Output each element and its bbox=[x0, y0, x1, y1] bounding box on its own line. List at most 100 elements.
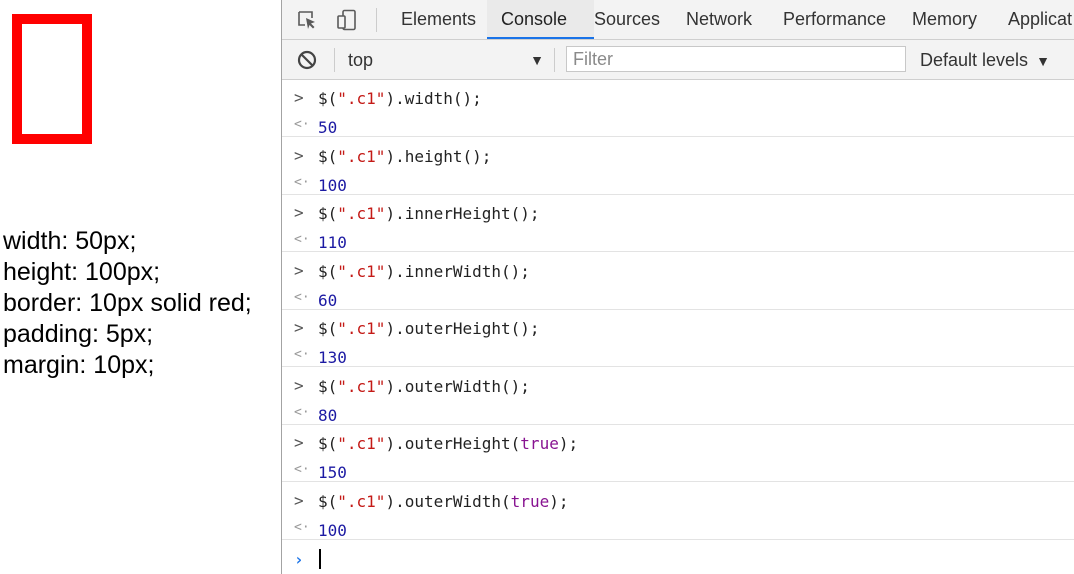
console-command[interactable]: $(".c1").innerWidth(); bbox=[318, 262, 530, 281]
return-arrow-icon: <· bbox=[294, 174, 310, 190]
console-result: 150 bbox=[318, 463, 347, 482]
filter-input[interactable] bbox=[566, 46, 906, 72]
command-suffix: ); bbox=[520, 319, 540, 338]
return-arrow-icon: <· bbox=[294, 117, 310, 132]
command-selector: ".c1" bbox=[337, 146, 386, 166]
log-levels-label: Default levels bbox=[920, 50, 1029, 70]
device-toolbar-icon[interactable] bbox=[336, 9, 358, 31]
command-method: ).outerWidth( bbox=[385, 491, 511, 511]
context-selector-value: top bbox=[348, 50, 374, 70]
command-method: ).width( bbox=[385, 89, 463, 108]
console-command[interactable]: $(".c1").outerWidth(); bbox=[318, 377, 530, 396]
command-selector: ".c1" bbox=[337, 204, 386, 223]
log-levels-dropdown[interactable]: Default levels ▼ bbox=[920, 48, 1050, 72]
triangle-down-icon: ▼ bbox=[1036, 53, 1050, 69]
command-prefix: $( bbox=[318, 491, 338, 511]
devtools-panel: Elements Console Sources Network Perform… bbox=[282, 0, 1074, 574]
page-viewport: width: 50px; height: 100px; border: 10px… bbox=[0, 0, 281, 574]
console-command[interactable]: $(".c1").innerHeight(); bbox=[318, 204, 540, 223]
command-method: ).innerWidth( bbox=[385, 261, 511, 281]
console-result: 100 bbox=[318, 175, 347, 195]
return-arrow-icon: <· bbox=[294, 404, 310, 420]
chevron-right-icon: > bbox=[294, 203, 304, 222]
command-suffix: ); bbox=[462, 89, 482, 108]
console-entry: > $(".c1").outerWidth(true); <· 100 bbox=[282, 483, 1074, 540]
red-bordered-box bbox=[12, 14, 92, 144]
command-suffix: ); bbox=[510, 376, 530, 396]
command-prefix: $( bbox=[318, 434, 338, 453]
css-line-height: height: 100px; bbox=[3, 258, 161, 286]
tab-elements[interactable]: Elements bbox=[387, 0, 490, 39]
css-properties-text: width: 50px; height: 100px; border: 10px… bbox=[3, 226, 252, 381]
console-entry: > $(".c1").width(); <· 50 bbox=[282, 80, 1074, 137]
command-argument: true bbox=[520, 434, 559, 453]
css-line-border: border: 10px solid red; bbox=[3, 289, 252, 317]
css-line-width: width: 50px; bbox=[3, 227, 137, 255]
command-suffix: ); bbox=[549, 491, 569, 511]
console-result: 100 bbox=[318, 520, 347, 540]
command-selector: ".c1" bbox=[337, 89, 386, 108]
command-selector: ".c1" bbox=[337, 319, 386, 338]
css-line-margin: margin: 10px; bbox=[3, 351, 155, 379]
chevron-right-icon: > bbox=[294, 260, 304, 280]
console-command[interactable]: $(".c1").outerWidth(true); bbox=[318, 492, 568, 511]
command-selector: ".c1" bbox=[337, 376, 386, 396]
clear-console-icon[interactable] bbox=[296, 49, 318, 71]
console-result: 130 bbox=[318, 348, 347, 367]
command-prefix: $( bbox=[318, 261, 338, 281]
chevron-right-icon: > bbox=[294, 375, 304, 395]
tab-performance[interactable]: Performance bbox=[769, 0, 900, 39]
console-result: 60 bbox=[318, 290, 338, 310]
console-entry: > $(".c1").outerWidth(); <· 80 bbox=[282, 368, 1074, 425]
command-argument: true bbox=[510, 491, 550, 511]
context-selector[interactable]: top ▼ bbox=[348, 48, 544, 72]
css-line-padding: padding: 5px; bbox=[3, 320, 154, 348]
return-arrow-icon: <· bbox=[294, 232, 310, 247]
console-entry: > $(".c1").innerHeight(); <· 110 bbox=[282, 195, 1074, 252]
inspect-element-icon[interactable] bbox=[296, 9, 318, 31]
console-result: 110 bbox=[318, 233, 347, 252]
devtools-tabbar: Elements Console Sources Network Perform… bbox=[282, 0, 1074, 40]
command-suffix: ); bbox=[472, 146, 492, 166]
filterbar-separator bbox=[554, 48, 555, 72]
console-command[interactable]: $(".c1").height(); bbox=[318, 147, 491, 166]
command-suffix: ); bbox=[510, 261, 530, 281]
return-arrow-icon: <· bbox=[294, 289, 310, 305]
console-command[interactable]: $(".c1").width(); bbox=[318, 89, 482, 108]
command-method: ).outerHeight( bbox=[385, 434, 521, 453]
chevron-right-icon: > bbox=[294, 490, 304, 510]
return-arrow-icon: <· bbox=[294, 462, 310, 477]
command-method: ).outerWidth( bbox=[385, 376, 511, 396]
return-arrow-icon: <· bbox=[294, 347, 310, 362]
return-arrow-icon: <· bbox=[294, 519, 310, 535]
console-entry: > $(".c1").outerHeight(); <· 130 bbox=[282, 310, 1074, 367]
tab-console[interactable]: Console bbox=[487, 0, 594, 39]
console-entry: > $(".c1").height(); <· 100 bbox=[282, 138, 1074, 195]
console-prompt-row[interactable]: › bbox=[282, 544, 1074, 574]
command-suffix: ); bbox=[558, 434, 579, 453]
command-suffix: ); bbox=[520, 204, 540, 223]
tab-application[interactable]: Applicat bbox=[994, 0, 1074, 39]
chevron-right-icon: › bbox=[294, 550, 304, 569]
command-prefix: $( bbox=[318, 146, 338, 166]
toolbar-separator bbox=[376, 8, 377, 32]
console-entry: > $(".c1").innerWidth(); <· 60 bbox=[282, 253, 1074, 310]
command-selector: ".c1" bbox=[337, 491, 386, 511]
chevron-right-icon: > bbox=[294, 433, 304, 452]
text-caret bbox=[319, 549, 321, 569]
tab-network[interactable]: Network bbox=[672, 0, 766, 39]
tab-memory[interactable]: Memory bbox=[898, 0, 991, 39]
console-result: 80 bbox=[318, 405, 338, 425]
console-output[interactable]: > $(".c1").width(); <· 50 > $(".c1").height()… bbox=[282, 80, 1074, 574]
command-method: ).outerHeight( bbox=[385, 319, 521, 338]
chevron-right-icon: > bbox=[294, 318, 304, 337]
console-command[interactable]: $(".c1").outerHeight(true); bbox=[318, 434, 578, 453]
command-method: ).innerHeight( bbox=[385, 204, 521, 223]
filterbar-separator bbox=[334, 48, 335, 72]
chevron-right-icon: > bbox=[294, 88, 304, 107]
command-prefix: $( bbox=[318, 319, 338, 338]
console-entry: > $(".c1").outerHeight(true); <· 150 bbox=[282, 425, 1074, 482]
tab-sources[interactable]: Sources bbox=[580, 0, 674, 39]
command-prefix: $( bbox=[318, 204, 338, 223]
console-command[interactable]: $(".c1").outerHeight(); bbox=[318, 319, 540, 338]
